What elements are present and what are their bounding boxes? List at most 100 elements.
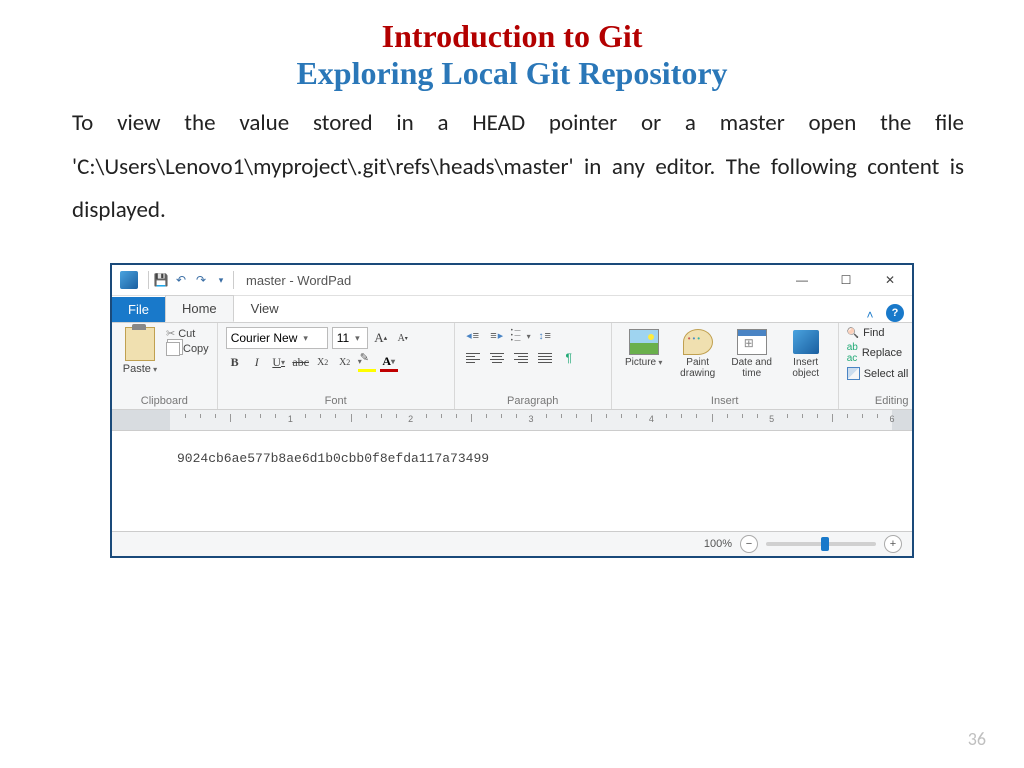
insert-picture-button[interactable]: Picture: [620, 327, 668, 379]
underline-button[interactable]: U: [270, 354, 288, 372]
justify-button[interactable]: [535, 349, 555, 367]
align-center-button[interactable]: [487, 349, 507, 367]
paste-button[interactable]: Paste: [120, 327, 160, 375]
justify-icon: [538, 353, 552, 363]
group-label-font: Font: [226, 395, 446, 407]
datetime-icon: [737, 329, 767, 355]
insert-datetime-button[interactable]: Date and time: [728, 327, 776, 379]
datetime-label: Date and time: [728, 357, 776, 379]
undo-icon[interactable]: ↶: [173, 272, 189, 288]
font-color-button[interactable]: A: [380, 353, 398, 372]
object-label: Insert object: [782, 357, 830, 379]
align-right-icon: [514, 353, 528, 363]
font-name-combo[interactable]: Courier New: [226, 327, 328, 349]
divider: [233, 271, 234, 289]
grow-font-button[interactable]: A▴: [372, 329, 390, 347]
status-bar: 100% − +: [112, 531, 912, 556]
zoom-out-button[interactable]: −: [740, 535, 758, 553]
wordpad-window: 💾 ↶ ↷ ▾ master - WordPad — ☐ ✕ File Home…: [110, 263, 914, 558]
group-label-paragraph: Paragraph: [463, 395, 603, 407]
slide-title-1: Introduction to Git: [60, 18, 964, 55]
group-insert: Picture Paint drawing Date and time Inse…: [612, 323, 839, 409]
line-spacing-button[interactable]: [535, 327, 555, 345]
group-label-insert: Insert: [620, 395, 830, 407]
cut-label: Cut: [178, 328, 195, 340]
align-left-icon: [466, 353, 480, 363]
cut-icon: ✂: [166, 327, 175, 340]
paint-label: Paint drawing: [674, 357, 722, 379]
titlebar: 💾 ↶ ↷ ▾ master - WordPad — ☐ ✕: [112, 265, 912, 296]
group-label-editing: Editing: [847, 395, 937, 407]
zoom-slider[interactable]: [766, 542, 876, 546]
find-label: Find: [863, 327, 884, 339]
divider: [148, 271, 149, 289]
align-left-button[interactable]: [463, 349, 483, 367]
select-all-button[interactable]: Select all: [847, 367, 937, 380]
ribbon-tabs: File Home View ˄ ?: [112, 296, 912, 322]
decrease-indent-button[interactable]: [463, 327, 483, 345]
group-clipboard: Paste ✂Cut Copy Clipboard: [112, 323, 218, 409]
select-all-label: Select all: [864, 368, 909, 380]
shrink-font-button[interactable]: A▾: [394, 329, 412, 347]
zoom-value: 100%: [704, 538, 732, 550]
collapse-ribbon-icon[interactable]: ˄: [858, 308, 882, 322]
picture-label: Picture: [625, 357, 662, 368]
replace-label: Replace: [862, 347, 902, 359]
bold-button[interactable]: B: [226, 354, 244, 372]
strikethrough-button[interactable]: abc: [292, 354, 310, 372]
minimize-button[interactable]: —: [780, 265, 824, 295]
redo-icon[interactable]: ↷: [193, 272, 209, 288]
window-title: master - WordPad: [246, 273, 780, 288]
paste-label: Paste: [123, 363, 157, 375]
insert-paint-button[interactable]: Paint drawing: [674, 327, 722, 379]
document-content: 9024cb6ae577b8ae6d1b0cbb0f8efda117a73499: [177, 451, 489, 466]
zoom-in-button[interactable]: +: [884, 535, 902, 553]
insert-object-button[interactable]: Insert object: [782, 327, 830, 379]
find-button[interactable]: Find: [847, 327, 937, 339]
replace-button[interactable]: abac Replace: [847, 342, 937, 364]
ruler[interactable]: 123456: [112, 410, 912, 431]
bullets-button[interactable]: [511, 327, 531, 345]
tab-file[interactable]: File: [112, 297, 165, 322]
font-size-combo[interactable]: 11: [332, 327, 368, 349]
copy-button[interactable]: Copy: [166, 342, 209, 356]
group-label-clipboard: Clipboard: [120, 395, 209, 407]
quick-access-toolbar: 💾 ↶ ↷ ▾: [153, 272, 229, 288]
paragraph-dialog-button[interactable]: ¶: [559, 349, 579, 367]
replace-icon: abac: [847, 342, 858, 364]
save-icon[interactable]: 💾: [153, 272, 169, 288]
align-right-button[interactable]: [511, 349, 531, 367]
app-icon: [120, 271, 138, 289]
copy-icon: [166, 342, 180, 356]
maximize-button[interactable]: ☐: [824, 265, 868, 295]
tab-home[interactable]: Home: [165, 295, 234, 322]
slide-body-text: To view the value stored in a HEAD point…: [60, 102, 964, 233]
find-icon: [847, 328, 859, 339]
subscript-button[interactable]: X2: [314, 354, 332, 372]
align-center-icon: [490, 353, 504, 363]
zoom-slider-thumb[interactable]: [821, 537, 829, 551]
superscript-button[interactable]: X2: [336, 354, 354, 372]
group-paragraph: ¶ Paragraph: [455, 323, 612, 409]
slide-page-number: 36: [968, 728, 986, 750]
picture-icon: [629, 329, 659, 355]
group-editing: Find abac Replace Select all Editing: [839, 323, 945, 409]
bullets-icon: [511, 329, 527, 343]
close-button[interactable]: ✕: [868, 265, 912, 295]
object-icon: [793, 330, 819, 354]
paint-icon: [683, 329, 713, 355]
ribbon: Paste ✂Cut Copy Clipboard Courier New 11…: [112, 322, 912, 410]
highlight-button[interactable]: [358, 353, 376, 372]
qat-dropdown-icon[interactable]: ▾: [213, 272, 229, 288]
tab-view[interactable]: View: [234, 295, 296, 322]
slide-title-2: Exploring Local Git Repository: [60, 55, 964, 92]
cut-button[interactable]: ✂Cut: [166, 327, 209, 340]
help-icon[interactable]: ?: [886, 304, 904, 322]
paste-icon: [125, 327, 155, 361]
increase-indent-button[interactable]: [487, 327, 507, 345]
italic-button[interactable]: I: [248, 354, 266, 372]
group-font: Courier New 11 A▴ A▾ B I U abc X2 X2 A: [218, 323, 455, 409]
copy-label: Copy: [183, 343, 209, 355]
select-all-icon: [847, 367, 860, 380]
document-area[interactable]: 9024cb6ae577b8ae6d1b0cbb0f8efda117a73499: [112, 431, 912, 531]
